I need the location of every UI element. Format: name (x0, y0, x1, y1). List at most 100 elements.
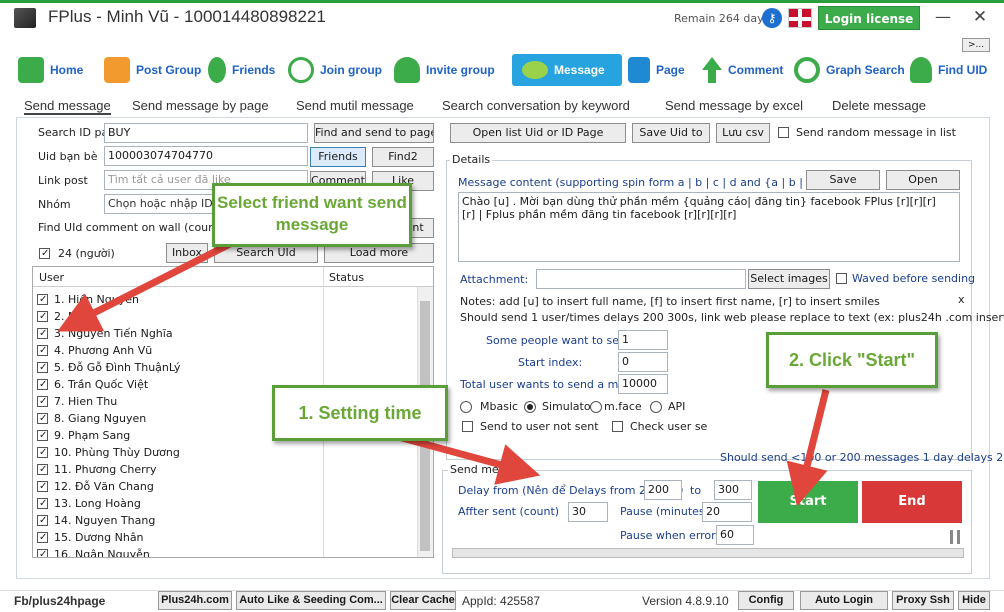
radio-simulator-label: Simulator (542, 400, 596, 413)
close-button[interactable]: ✕ (964, 4, 996, 30)
start-index-input[interactable]: 0 (618, 352, 668, 372)
column-user[interactable]: User (39, 271, 64, 284)
friend-checkbox[interactable] (37, 413, 48, 424)
find-send-page-button[interactable]: Find and send to page (314, 123, 434, 143)
list-item[interactable]: 4. Phương Anh Vũ (37, 342, 417, 359)
open-button[interactable]: Open (886, 170, 960, 190)
friend-checkbox[interactable] (37, 430, 48, 441)
notes-close[interactable]: x (958, 293, 965, 306)
inbox-button[interactable]: Inbox (166, 243, 208, 263)
list-item[interactable]: 5. Đỗ Gỗ Đình ThuậnLý (37, 359, 417, 376)
nav-message[interactable]: Message (512, 54, 622, 86)
friend-checkbox[interactable] (37, 311, 48, 322)
after-sent-label: Affter sent (count) (458, 505, 560, 518)
message-textarea[interactable]: Chào [u] . Mời bạn dùng thử phần mềm {qu… (458, 192, 960, 262)
friend-name: 3. Nguyễn Tiến Nghĩa (54, 327, 173, 340)
language-flag-icon[interactable] (788, 8, 812, 28)
radio-mface-label: m.face (604, 400, 642, 413)
more-button[interactable]: >... (962, 38, 990, 52)
friend-checkbox[interactable] (37, 328, 48, 339)
send-not-sent-checkbox[interactable] (462, 421, 473, 432)
nav-post-group[interactable]: Post Group (104, 54, 201, 86)
nav-invite-group[interactable]: Invite group (394, 54, 495, 86)
tab-search-conversation[interactable]: Search conversation by keyword (442, 98, 630, 113)
after-sent-input[interactable]: 30 (568, 502, 608, 522)
pause-input[interactable]: 20 (702, 502, 752, 522)
nav-comment[interactable]: Comment (702, 54, 783, 86)
select-all-checkbox[interactable] (39, 248, 50, 259)
friend-checkbox[interactable] (37, 498, 48, 509)
list-item[interactable]: 3. Nguyễn Tiến Nghĩa (37, 325, 417, 342)
auto-login-button[interactable]: Auto Login (800, 591, 888, 610)
save-uid-button[interactable]: Save Uid to (632, 123, 710, 143)
list-item[interactable]: 10. Phùng Thùy Dương (37, 444, 417, 461)
start-button[interactable]: Start (758, 481, 858, 523)
attachment-input[interactable] (536, 269, 746, 289)
clear-cache-button[interactable]: Clear Cache (390, 591, 456, 610)
radio-mbasic[interactable] (460, 401, 472, 413)
nav-find-uid[interactable]: Find UID (910, 54, 987, 86)
friend-checkbox[interactable] (37, 294, 48, 305)
list-item[interactable]: 12. Đỗ Văn Chang (37, 478, 417, 495)
key-icon[interactable]: ⚷ (762, 8, 782, 28)
friend-checkbox[interactable] (37, 345, 48, 356)
proxy-ssh-button[interactable]: Proxy Ssh (892, 591, 954, 610)
nav-join-group[interactable]: Join group (288, 54, 382, 86)
find2-button[interactable]: Find2 (372, 147, 434, 167)
nav-page[interactable]: Page (628, 54, 685, 86)
friend-checkbox[interactable] (37, 447, 48, 458)
send-random-checkbox[interactable] (778, 127, 789, 138)
friend-checkbox[interactable] (37, 362, 48, 373)
friend-checkbox[interactable] (37, 515, 48, 526)
nav-friends[interactable]: Friends (208, 54, 275, 86)
group-icon (104, 57, 130, 83)
nav-graph-search[interactable]: Graph Search (794, 54, 905, 86)
nav-home[interactable]: Home (18, 54, 83, 86)
friends-button[interactable]: Friends (310, 147, 366, 167)
list-item[interactable]: 11. Phương Cherry (37, 461, 417, 478)
total-input[interactable]: 10000 (618, 374, 668, 394)
some-people-input[interactable]: 1 (618, 330, 668, 350)
select-images-button[interactable]: Select images (748, 269, 830, 289)
save-button[interactable]: Save (806, 170, 880, 190)
search-id-input[interactable]: BUY (104, 123, 308, 143)
friend-checkbox[interactable] (37, 532, 48, 543)
friend-checkbox[interactable] (37, 464, 48, 475)
auto-like-button[interactable]: Auto Like & Seeding Com... (236, 591, 386, 610)
radio-api[interactable] (650, 401, 662, 413)
login-license-button[interactable]: Login license (818, 6, 920, 30)
friend-checkbox[interactable] (37, 379, 48, 390)
uid-input[interactable]: 100003074704770 (104, 146, 308, 166)
tab-send-message-by-excel[interactable]: Send message by excel (665, 98, 803, 113)
end-button[interactable]: End (862, 481, 962, 523)
column-status[interactable]: Status (329, 271, 364, 284)
list-item[interactable]: 2. Minh (37, 308, 417, 325)
list-item[interactable]: 15. Dương Nhân (37, 529, 417, 546)
tab-delete-message[interactable]: Delete message (832, 98, 926, 113)
pause-icon[interactable] (950, 530, 960, 544)
minimize-button[interactable]: — (928, 4, 958, 30)
waved-checkbox[interactable] (836, 273, 847, 284)
delay-from-input[interactable]: 200 (644, 480, 682, 500)
radio-mface[interactable] (590, 401, 602, 413)
list-item[interactable]: 1. Hiền Nguyễn (37, 291, 417, 308)
pause-error-input[interactable]: 60 (716, 525, 754, 545)
config-button[interactable]: Config (738, 591, 794, 610)
tab-send-mutil-message[interactable]: Send mutil message (296, 98, 414, 113)
radio-simulator[interactable] (524, 401, 536, 413)
friend-checkbox[interactable] (37, 549, 48, 557)
delay-to-input[interactable]: 300 (714, 480, 752, 500)
plus24h-button[interactable]: Plus24h.com (158, 591, 232, 610)
friend-checkbox[interactable] (37, 396, 48, 407)
luu-csv-button[interactable]: Lưu csv (716, 123, 770, 143)
check-user-checkbox[interactable] (612, 421, 623, 432)
open-list-button[interactable]: Open list Uid or ID Page (450, 123, 626, 143)
list-item[interactable]: 14. Nguyen Thang (37, 512, 417, 529)
list-item[interactable]: 16. Ngân Nguyễn (37, 546, 417, 557)
hide-button[interactable]: Hide (958, 591, 990, 610)
fb-page-link[interactable]: Fb/plus24hpage (14, 594, 105, 608)
tab-send-message-by-page[interactable]: Send message by page (132, 98, 269, 113)
friend-checkbox[interactable] (37, 481, 48, 492)
list-item[interactable]: 13. Long Hoàng (37, 495, 417, 512)
tab-send-message[interactable]: Send message (24, 98, 111, 115)
